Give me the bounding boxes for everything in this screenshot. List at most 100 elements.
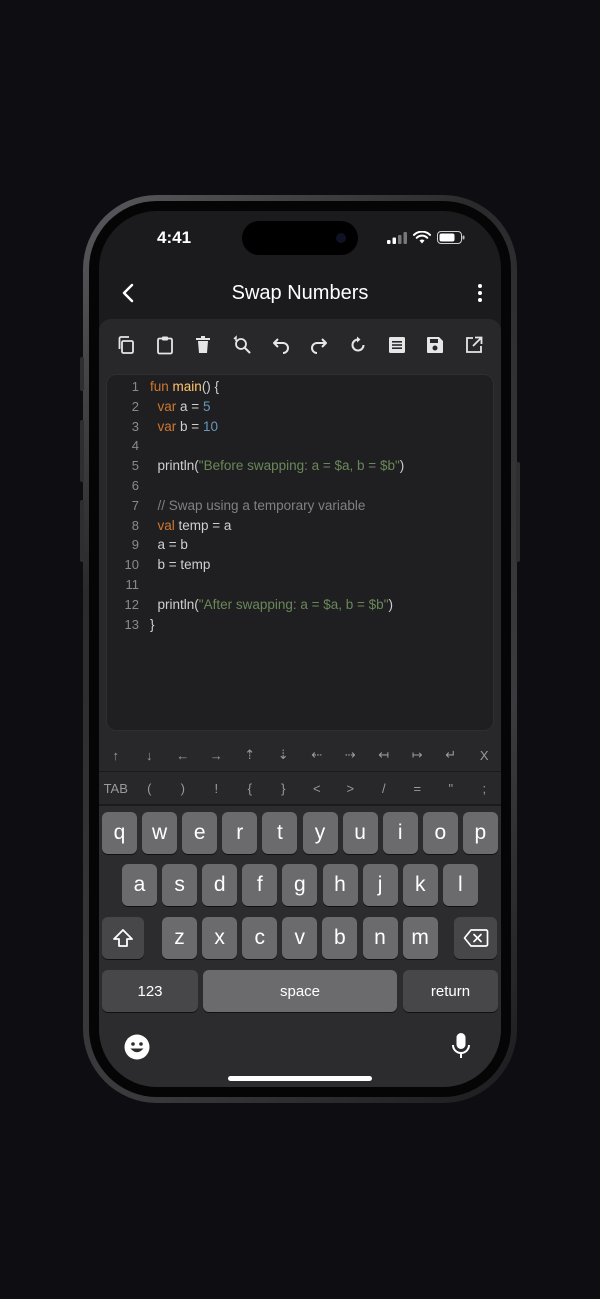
symbol-key[interactable]: ↓: [133, 748, 165, 763]
line-number: 12: [124, 596, 139, 612]
key-s[interactable]: s: [162, 864, 198, 906]
symbol-key[interactable]: ⇠: [301, 747, 333, 763]
symbol-key[interactable]: (: [133, 781, 165, 796]
action-button: [80, 357, 84, 391]
backspace-key[interactable]: [454, 917, 497, 959]
paste-icon[interactable]: [154, 334, 176, 356]
code-line[interactable]: 2 var a = 5: [107, 397, 211, 417]
line-number: 8: [131, 517, 139, 533]
symbol-key[interactable]: ⇣: [267, 747, 299, 763]
code-text: fun main() {: [150, 379, 220, 394]
code-line[interactable]: 12 println("After swapping: a = $a, b = …: [107, 595, 393, 615]
microphone-icon[interactable]: [450, 1031, 472, 1066]
symbol-key[interactable]: ⇡: [234, 747, 266, 763]
key-f[interactable]: f: [242, 864, 278, 906]
redo-icon[interactable]: [308, 334, 330, 356]
symbol-key[interactable]: TAB: [100, 781, 132, 796]
key-j[interactable]: j: [362, 864, 398, 906]
signal-icon: [387, 231, 407, 244]
return-key[interactable]: return: [403, 970, 498, 1012]
symbol-row-punctuation: TAB()!{} < > / = ";: [99, 772, 501, 804]
key-d[interactable]: d: [202, 864, 238, 906]
code-text: b = temp: [150, 557, 211, 573]
key-n[interactable]: n: [362, 917, 398, 959]
key-e[interactable]: e: [182, 812, 218, 854]
code-text: var a = 5: [157, 398, 211, 414]
home-indicator[interactable]: [228, 1076, 372, 1081]
delete-icon[interactable]: [192, 334, 214, 356]
symbol-key[interactable]: X: [468, 748, 500, 763]
key-y[interactable]: y: [302, 812, 338, 854]
symbol-key[interactable]: <: [301, 781, 333, 796]
code-line[interactable]: 9 a = b: [107, 535, 188, 555]
refresh-icon[interactable]: [347, 334, 369, 356]
format-icon[interactable]: [386, 334, 408, 356]
save-icon[interactable]: [424, 334, 446, 356]
symbol-key[interactable]: →: [200, 748, 232, 763]
line-number: 10: [124, 557, 139, 573]
code-line[interactable]: 3 var b = 10: [107, 417, 218, 437]
key-b[interactable]: b: [322, 917, 358, 959]
line-number: 2: [131, 398, 139, 414]
key-h[interactable]: h: [322, 864, 358, 906]
symbol-key[interactable]: ⇢: [334, 747, 366, 763]
key-o[interactable]: o: [422, 812, 458, 854]
code-line[interactable]: 5 println("Before swapping: a = $a, b = …: [107, 456, 405, 476]
symbol-key[interactable]: ↦: [401, 747, 433, 763]
code-line[interactable]: 7 // Swap using a temporary variable: [107, 496, 366, 516]
symbol-key[interactable]: ): [167, 781, 199, 796]
symbol-key[interactable]: ": [435, 781, 467, 796]
key-t[interactable]: t: [262, 812, 298, 854]
code-line[interactable]: 10 b = temp: [107, 555, 211, 575]
key-m[interactable]: m: [402, 917, 438, 959]
space-key[interactable]: space: [203, 970, 397, 1012]
key-i[interactable]: i: [382, 812, 418, 854]
dynamic-island: [242, 221, 358, 255]
undo-icon[interactable]: [270, 334, 292, 356]
key-v[interactable]: v: [282, 917, 318, 959]
key-x[interactable]: x: [202, 917, 238, 959]
key-z[interactable]: z: [162, 917, 197, 959]
code-line[interactable]: 13}: [107, 615, 155, 635]
code-editor[interactable]: 1 fun main() {2 var a = 53 var b = 10 4 5 p…: [106, 374, 495, 887]
code-line[interactable]: 6: [107, 476, 150, 496]
symbol-key[interactable]: {: [234, 781, 266, 796]
symbol-key[interactable]: !: [200, 781, 232, 796]
key-w[interactable]: w: [142, 812, 178, 854]
code-line[interactable]: 1 fun main() {: [107, 377, 219, 397]
code-line[interactable]: 11: [107, 575, 150, 595]
symbol-key[interactable]: ←: [167, 748, 199, 763]
find-replace-icon[interactable]: [231, 334, 253, 356]
symbol-key[interactable]: =: [401, 781, 433, 796]
symbol-key[interactable]: ↑: [100, 748, 132, 763]
key-q[interactable]: q: [102, 812, 137, 854]
symbol-key[interactable]: >: [334, 781, 366, 796]
key-a[interactable]: a: [122, 864, 157, 906]
key-c[interactable]: c: [242, 917, 278, 959]
line-number: 3: [131, 418, 139, 434]
symbol-key[interactable]: ↵: [435, 747, 467, 763]
symbol-key[interactable]: ↤: [368, 747, 400, 763]
copy-icon[interactable]: [115, 334, 137, 356]
open-external-icon[interactable]: [463, 334, 485, 356]
code-line[interactable]: 8 val temp = a: [107, 516, 232, 536]
symbol-key[interactable]: ;: [468, 781, 500, 796]
key-l[interactable]: l: [442, 864, 478, 906]
numbers-key[interactable]: 123: [102, 970, 198, 1012]
more-vertical-icon[interactable]: [475, 281, 485, 305]
line-number: 4: [131, 438, 139, 454]
shift-key[interactable]: [102, 917, 144, 959]
symbol-key[interactable]: }: [267, 781, 299, 796]
line-number: 6: [131, 478, 139, 493]
key-r[interactable]: r: [222, 812, 258, 854]
key-p[interactable]: p: [462, 812, 498, 854]
emoji-icon[interactable]: [123, 1033, 151, 1066]
power-button: [516, 462, 520, 562]
symbol-key[interactable]: /: [368, 781, 400, 796]
code-text: var b = 10: [157, 418, 218, 434]
key-u[interactable]: u: [342, 812, 378, 854]
battery-icon: [437, 231, 465, 244]
key-g[interactable]: g: [282, 864, 318, 906]
key-k[interactable]: k: [402, 864, 438, 906]
code-line[interactable]: 4: [107, 436, 150, 456]
